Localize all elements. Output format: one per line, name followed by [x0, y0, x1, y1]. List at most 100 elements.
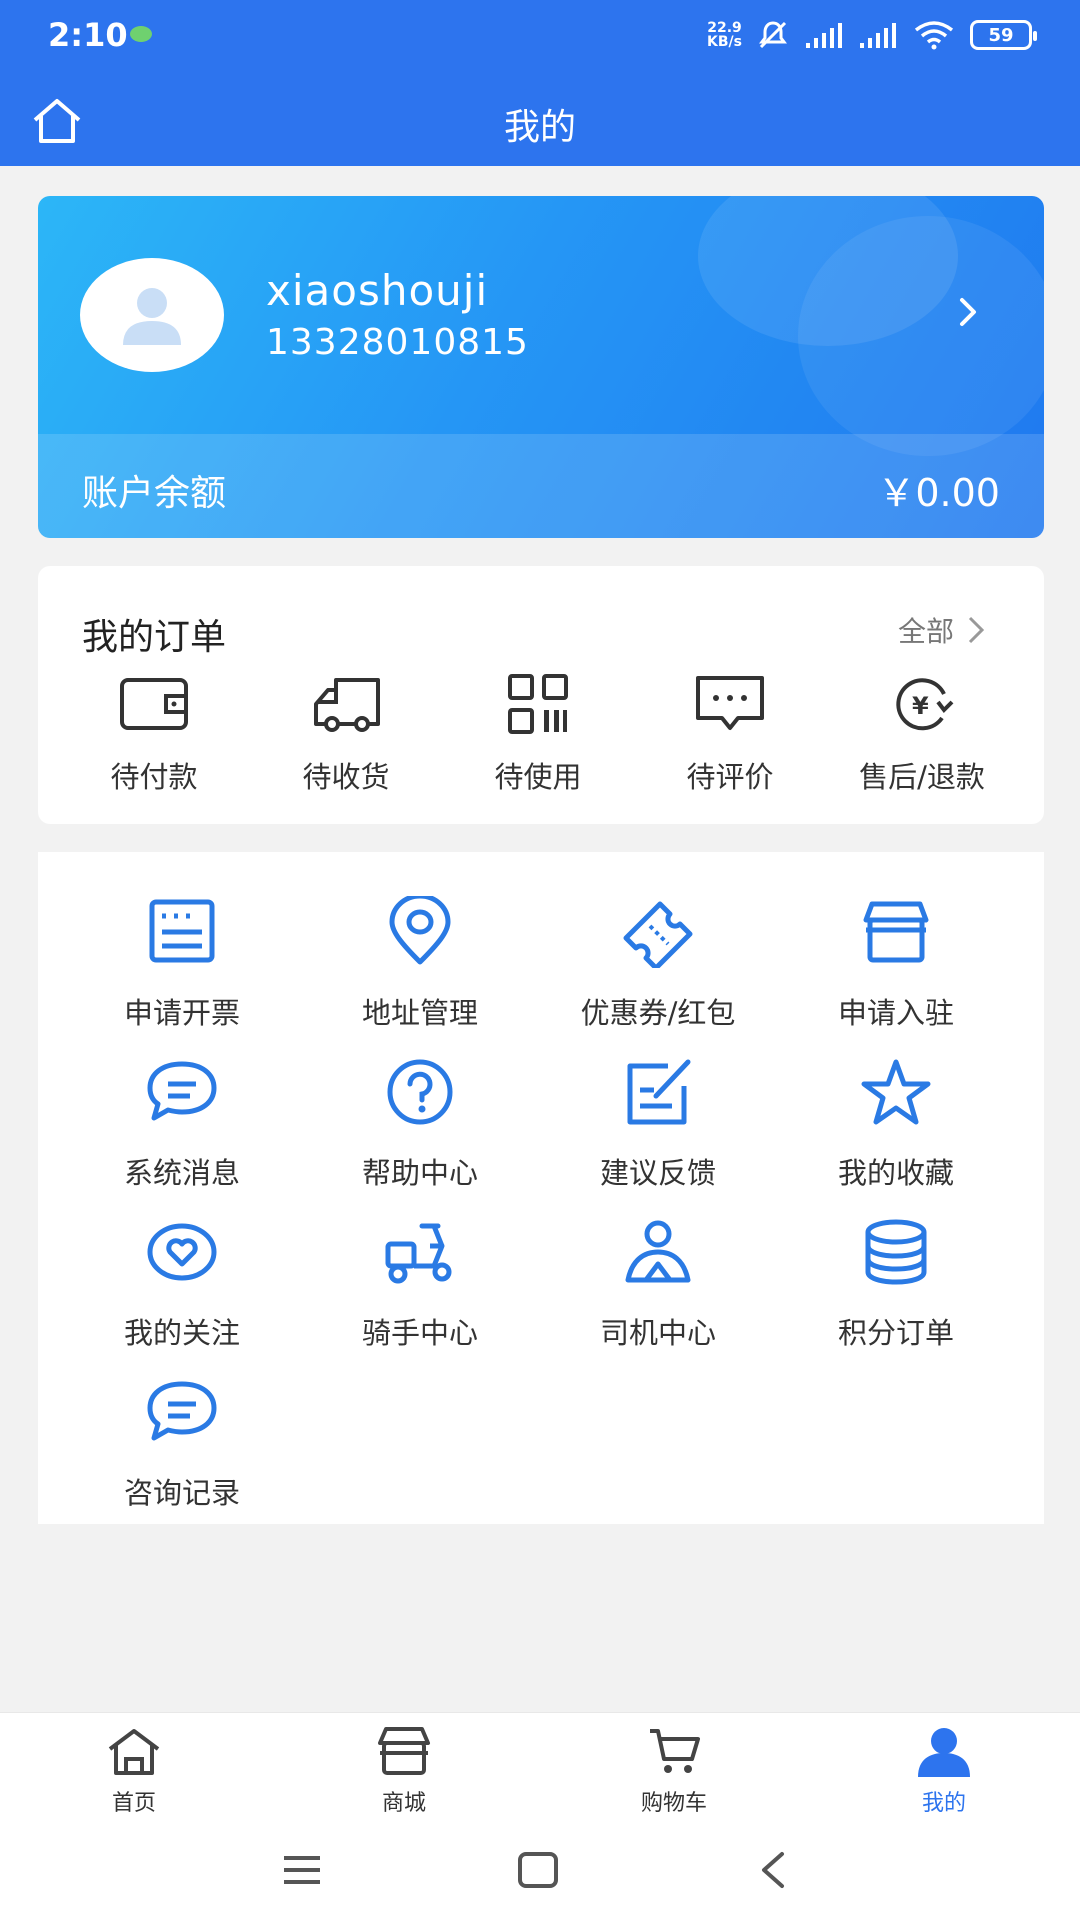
- orders-all-label: 全部: [897, 615, 954, 648]
- service-label: 我的收藏: [837, 1156, 954, 1190]
- service-label: 地址管理: [361, 996, 478, 1030]
- service-label: 我的关注: [123, 1316, 240, 1350]
- scooter-icon: [385, 1223, 452, 1284]
- user-avatar-icon: [123, 288, 181, 345]
- orders-view-all[interactable]: 全部: [898, 610, 986, 650]
- tab-label: 商城: [381, 1791, 426, 1816]
- signal-icon-2: [860, 23, 896, 48]
- driver-icon: [625, 1220, 691, 1283]
- location-icon: [389, 893, 451, 965]
- battery-indicator: 59: [970, 20, 1037, 50]
- wechat-notification-icon: [130, 26, 152, 42]
- menu-icon[interactable]: [272, 1848, 332, 1892]
- service-label: 申请开票: [123, 996, 240, 1030]
- shop-icon: [378, 1727, 430, 1775]
- store-icon: [863, 901, 929, 963]
- services-grid: 申请开票 地址管理 优惠券/红包 申请入驻 系统消息 帮助中心 建议反馈 我的收…: [38, 852, 1044, 1524]
- service-label: 建议反馈: [599, 1156, 716, 1190]
- orders-title: 我的订单: [82, 617, 227, 658]
- username: xiaoshouji: [266, 266, 489, 315]
- status-bar: 2:10 22.9 KB/s 59: [0, 0, 1080, 76]
- orders-card: 我的订单 全部 待付款 待收货 待使用 待评价 ¥ 售后/退款: [38, 566, 1044, 824]
- tab-cart[interactable]: 购物车: [604, 1725, 744, 1817]
- system-nav-bar: [0, 1818, 1080, 1920]
- consult-icon: [147, 1381, 217, 1441]
- service-invoice[interactable]: 申请开票: [62, 896, 302, 1032]
- net-speed: 22.9 KB/s: [707, 21, 742, 49]
- status-icons: 22.9 KB/s 59: [707, 18, 1037, 52]
- order-after-sales[interactable]: ¥ 售后/退款: [826, 672, 1018, 796]
- home-square-icon[interactable]: [508, 1848, 568, 1892]
- net-speed-value: 22.9: [707, 20, 742, 36]
- order-pending-review[interactable]: 待评价: [634, 672, 826, 796]
- mute-bell-icon: [759, 21, 787, 49]
- service-label: 积分订单: [837, 1316, 954, 1350]
- page-title: 我的: [503, 107, 576, 148]
- service-apply-settle[interactable]: 申请入驻: [776, 896, 1016, 1032]
- coins-icon: [865, 1219, 927, 1285]
- service-feedback[interactable]: 建议反馈: [538, 1056, 778, 1192]
- help-icon: [387, 1059, 453, 1125]
- order-pending-receipt[interactable]: 待收货: [250, 672, 442, 796]
- tab-home[interactable]: 首页: [64, 1725, 204, 1817]
- order-pending-payment[interactable]: 待付款: [58, 672, 250, 796]
- invoice-icon: [149, 899, 215, 963]
- home-icon: [108, 1729, 160, 1775]
- balance-label: 账户余额: [82, 473, 227, 514]
- bottom-tab-bar: 首页 商城 购物车 我的: [0, 1712, 1080, 1818]
- service-consult-records[interactable]: 咨询记录: [62, 1376, 302, 1512]
- balance-bar[interactable]: 账户余额 ￥0.00: [38, 434, 1044, 538]
- net-speed-unit: KB/s: [707, 34, 742, 50]
- back-icon[interactable]: [744, 1848, 804, 1892]
- refund-icon: ¥: [896, 678, 954, 731]
- svg-text:¥: ¥: [912, 692, 929, 720]
- order-pending-use[interactable]: 待使用: [442, 672, 634, 796]
- orders-row: 待付款 待收货 待使用 待评价 ¥ 售后/退款: [38, 672, 1044, 796]
- service-driver-center[interactable]: 司机中心: [538, 1216, 778, 1352]
- cart-icon: [650, 1729, 700, 1773]
- coupon-icon: [623, 901, 693, 971]
- service-label: 骑手中心: [361, 1316, 478, 1350]
- title-bar: 我的: [0, 76, 1080, 166]
- decor-bubble: [798, 216, 1044, 456]
- service-help-center[interactable]: 帮助中心: [300, 1056, 540, 1192]
- qrcode-icon: [508, 674, 568, 734]
- wifi-icon: [914, 21, 954, 50]
- service-points-orders[interactable]: 积分订单: [776, 1216, 1016, 1352]
- message-icon: [147, 1061, 217, 1121]
- service-label: 司机中心: [599, 1316, 716, 1350]
- signal-icon-1: [806, 23, 842, 48]
- chevron-right-icon[interactable]: [948, 292, 988, 332]
- tab-label: 首页: [111, 1791, 156, 1816]
- service-label: 帮助中心: [361, 1156, 478, 1190]
- avatar[interactable]: [80, 258, 224, 372]
- order-item-label: 待评价: [686, 760, 774, 794]
- order-item-label: 待使用: [494, 760, 582, 794]
- service-favorites[interactable]: 我的收藏: [776, 1056, 1016, 1192]
- service-label: 申请入驻: [837, 996, 954, 1030]
- tab-label: 我的: [921, 1791, 966, 1816]
- user-icon: [918, 1728, 970, 1777]
- tab-label: 购物车: [640, 1791, 707, 1816]
- service-label: 咨询记录: [123, 1476, 240, 1510]
- star-icon: [861, 1059, 931, 1125]
- service-rider-center[interactable]: 骑手中心: [300, 1216, 540, 1352]
- tab-mine[interactable]: 我的: [874, 1725, 1014, 1817]
- order-item-label: 待收货: [302, 760, 390, 794]
- chevron-right-icon: [968, 616, 985, 644]
- feedback-icon: [627, 1059, 691, 1125]
- service-follows[interactable]: 我的关注: [62, 1216, 302, 1352]
- service-label: 系统消息: [123, 1156, 240, 1190]
- service-system-message[interactable]: 系统消息: [62, 1056, 302, 1192]
- comment-icon: [696, 676, 764, 730]
- profile-card[interactable]: xiaoshouji 13328010815 账户余额 ￥0.00: [38, 196, 1044, 538]
- wallet-icon: [120, 678, 188, 730]
- heart-icon: [147, 1223, 217, 1281]
- truck-icon: [314, 678, 380, 732]
- service-coupon[interactable]: 优惠券/红包: [538, 896, 778, 1032]
- order-item-label: 待付款: [110, 760, 198, 794]
- balance-value: ￥0.00: [877, 471, 1000, 515]
- phone-number: 13328010815: [266, 322, 529, 363]
- tab-shop[interactable]: 商城: [334, 1725, 474, 1817]
- service-address[interactable]: 地址管理: [300, 893, 540, 1032]
